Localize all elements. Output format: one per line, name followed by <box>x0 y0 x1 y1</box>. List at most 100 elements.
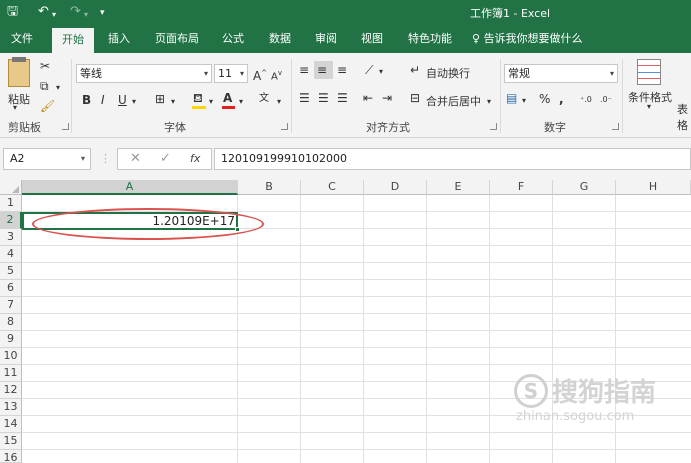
conditional-format-dropdown-icon[interactable]: ▾ <box>647 102 651 111</box>
orientation-icon[interactable]: ⟋ <box>365 63 373 77</box>
tab-special-features[interactable]: 特色功能 <box>402 25 458 53</box>
percent-icon[interactable]: % <box>539 92 550 106</box>
row-header-6[interactable]: 6 <box>0 280 22 297</box>
accounting-dropdown-icon[interactable]: ▾ <box>522 94 526 108</box>
row-header-7[interactable]: 7 <box>0 297 22 314</box>
column-header-a[interactable]: A <box>22 180 238 195</box>
formula-input[interactable]: 120109199910102000 <box>214 148 691 170</box>
font-name-select[interactable]: 等线 ▾ <box>76 64 212 83</box>
undo-dropdown-icon[interactable]: ▾ <box>52 7 56 22</box>
bold-icon[interactable]: B <box>82 93 91 107</box>
accounting-format-icon[interactable]: ▤ <box>506 91 517 105</box>
clipboard-launcher-icon[interactable] <box>62 123 69 130</box>
column-header-c[interactable]: C <box>301 180 364 195</box>
customize-quick-access-icon[interactable]: ▾ <box>100 6 105 21</box>
tab-page-layout[interactable]: 页面布局 <box>150 25 204 53</box>
tab-formulas[interactable]: 公式 <box>215 25 251 53</box>
decrease-indent-icon[interactable]: ⇤ <box>363 91 373 105</box>
copy-icon[interactable]: ⧉ <box>40 79 49 93</box>
number-format-select[interactable]: 常规 ▾ <box>504 64 618 83</box>
cancel-icon[interactable]: ✕ <box>130 151 141 166</box>
copy-dropdown-icon[interactable]: ▾ <box>56 81 60 95</box>
tab-file[interactable]: 文件 <box>4 25 40 53</box>
select-all-corner[interactable] <box>0 180 22 195</box>
row-header-15[interactable]: 15 <box>0 433 22 450</box>
number-launcher-icon[interactable] <box>612 123 619 130</box>
row-header-14[interactable]: 14 <box>0 416 22 433</box>
align-center-icon[interactable]: ☰ <box>318 91 329 105</box>
increase-indent-icon[interactable]: ⇥ <box>382 91 392 105</box>
comma-style-icon[interactable]: , <box>559 92 564 106</box>
increase-decimal-icon[interactable]: ⁺.0 <box>580 93 592 107</box>
fill-color-bar <box>192 106 206 109</box>
row-header-9[interactable]: 9 <box>0 331 22 348</box>
undo-icon[interactable]: ↶ <box>38 4 49 19</box>
borders-icon[interactable]: ⊞ <box>155 92 165 106</box>
fill-color-dropdown-icon[interactable]: ▾ <box>209 95 213 109</box>
paste-label[interactable]: 粘贴 <box>8 91 30 107</box>
row-header-13[interactable]: 13 <box>0 399 22 416</box>
row-header-11[interactable]: 11 <box>0 365 22 382</box>
row-header-3[interactable]: 3 <box>0 229 22 246</box>
tab-review[interactable]: 审阅 <box>308 25 344 53</box>
decrease-decimal-icon[interactable]: .0⁻ <box>600 93 612 107</box>
cut-icon[interactable]: ✂ <box>40 59 50 73</box>
merge-center-label[interactable]: 合并后居中 <box>426 93 481 109</box>
redo-icon[interactable]: ↷ <box>70 4 81 19</box>
row-header-10[interactable]: 10 <box>0 348 22 365</box>
decrease-font-icon[interactable]: Av <box>271 66 282 84</box>
row-header-16[interactable]: 16 <box>0 450 22 463</box>
merge-center-icon[interactable]: ⊟ <box>410 91 420 105</box>
name-box[interactable]: A2 ▾ <box>3 148 91 170</box>
column-header-f[interactable]: F <box>490 180 553 195</box>
underline-icon[interactable]: U <box>118 93 127 107</box>
align-top-icon[interactable]: ≡ <box>299 63 309 77</box>
row-header-5[interactable]: 5 <box>0 263 22 280</box>
gridline <box>22 364 691 365</box>
font-launcher-icon[interactable] <box>281 123 288 130</box>
tab-view[interactable]: 视图 <box>354 25 390 53</box>
phonetic-dropdown-icon[interactable]: ▾ <box>277 95 281 109</box>
tell-me-box[interactable]: ♀ 告诉我你想要做什么 <box>472 25 592 53</box>
row-header-1[interactable]: 1 <box>0 195 22 212</box>
align-right-icon[interactable]: ☰ <box>337 91 348 105</box>
insert-function-icon[interactable]: fx <box>190 152 200 165</box>
column-header-d[interactable]: D <box>364 180 427 195</box>
column-header-h[interactable]: H <box>616 180 691 195</box>
italic-icon[interactable]: I <box>101 93 105 107</box>
borders-dropdown-icon[interactable]: ▾ <box>171 95 175 109</box>
phonetic-icon[interactable]: 文 <box>259 92 269 106</box>
font-color-icon[interactable]: A <box>223 91 232 105</box>
tab-insert[interactable]: 插入 <box>101 25 137 53</box>
align-bottom-icon[interactable]: ≡ <box>337 63 347 77</box>
column-header-b[interactable]: B <box>238 180 301 195</box>
align-middle-icon[interactable]: ≡ <box>317 63 327 77</box>
paste-dropdown-icon[interactable]: ▾ <box>13 103 17 112</box>
column-header-e[interactable]: E <box>427 180 490 195</box>
alignment-launcher-icon[interactable] <box>490 123 497 130</box>
row-header-4[interactable]: 4 <box>0 246 22 263</box>
redo-dropdown-icon[interactable]: ▾ <box>84 7 88 22</box>
paste-icon[interactable] <box>8 59 30 87</box>
increase-font-icon[interactable]: A^ <box>253 66 267 83</box>
column-header-g[interactable]: G <box>553 180 616 195</box>
row-header-2[interactable]: 2 <box>0 212 22 229</box>
save-icon[interactable]: 🖫 <box>7 4 18 19</box>
merge-center-dropdown-icon[interactable]: ▾ <box>487 95 491 109</box>
wrap-text-icon[interactable]: ↵ <box>410 63 420 77</box>
wrap-text-label[interactable]: 自动换行 <box>426 65 470 81</box>
conditional-format-icon[interactable] <box>637 59 661 85</box>
row-header-12[interactable]: 12 <box>0 382 22 399</box>
font-size-select[interactable]: 11 ▾ <box>214 64 248 83</box>
align-left-icon[interactable]: ☰ <box>299 91 310 105</box>
row-header-8[interactable]: 8 <box>0 314 22 331</box>
tab-data[interactable]: 数据 <box>262 25 298 53</box>
enter-icon[interactable]: ✓ <box>160 151 171 166</box>
fill-color-icon[interactable]: ⛾ <box>193 91 203 105</box>
underline-dropdown-icon[interactable]: ▾ <box>132 95 136 109</box>
tab-home[interactable]: 开始 <box>52 28 94 53</box>
format-painter-icon[interactable]: 🖌 <box>40 99 55 113</box>
font-color-dropdown-icon[interactable]: ▾ <box>239 95 243 109</box>
format-as-table-label[interactable]: 表格 <box>677 101 691 133</box>
orientation-dropdown-icon[interactable]: ▾ <box>379 65 383 79</box>
